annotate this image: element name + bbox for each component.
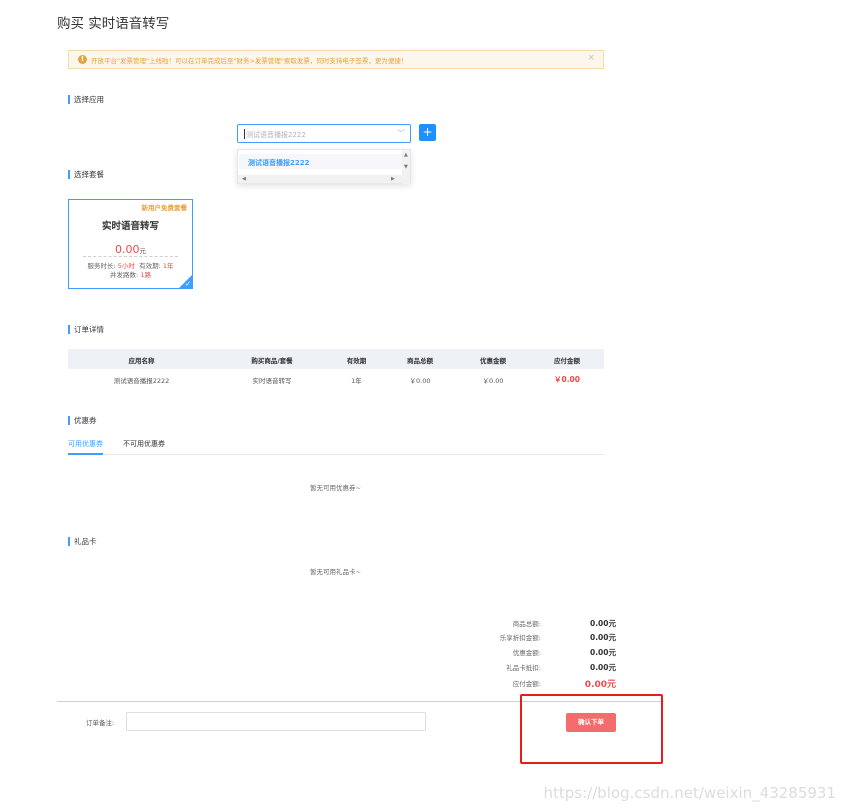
text-cursor — [244, 129, 245, 139]
column-header: 应付金额 — [554, 357, 580, 365]
summary-value: 0.00元 — [589, 648, 616, 657]
summary-row-total: 应付金额: 0.00元 — [470, 678, 616, 690]
tab-available-coupons[interactable]: 可用优惠券 — [68, 439, 103, 449]
close-icon[interactable]: × — [587, 53, 595, 63]
summary-label: 乐享折扣金额: — [499, 634, 541, 642]
summary-row: 优惠金额: 0.00元 — [470, 647, 616, 659]
summary-row: 乐享折扣金额: 0.00元 — [470, 632, 616, 644]
tab-unavailable-coupons[interactable]: 不可用优惠券 — [123, 439, 165, 449]
notice-text: 开放平台"发票管理"上线啦！可以在订单完成后至"财务>发票管理"索取发票，同时支… — [91, 57, 408, 65]
vertical-scrollbar[interactable]: ▲ ▼ — [402, 150, 410, 184]
concurrency-label: 并发路数: — [110, 271, 139, 279]
active-tab-indicator — [68, 453, 103, 455]
notice-banner: ! 开放平台"发票管理"上线啦！可以在订单完成后至"财务>发票管理"索取发票，同… — [68, 50, 604, 69]
summary-label: 应付金额: — [512, 680, 541, 688]
table-cell-payable: ￥0.00 — [553, 375, 580, 384]
page-title: 购买 实时语音转写 — [57, 16, 170, 32]
coupon-tabs: 可用优惠券 不可用优惠券 — [68, 437, 604, 455]
price-unit: 元 — [139, 247, 147, 255]
app-dropdown: 测试语音播报2222 ▲ ▼ ◀ ▶ — [237, 149, 411, 184]
summary-value: 0.00元 — [589, 619, 616, 628]
scroll-left-icon[interactable]: ◀ — [242, 176, 246, 182]
package-card[interactable]: 新用户免费套餐 实时语音转写 0.00元 服务时长: 5小时 有效期: 1年 并… — [68, 199, 193, 289]
package-name: 实时语音转写 — [101, 221, 159, 232]
table-row: 测试语音播报2222 实时语音转写 1年 ￥0.00 ￥0.00 ￥0.00 — [68, 369, 604, 389]
section-title-package: 选择套餐 — [68, 170, 104, 179]
highlight-box — [520, 694, 663, 764]
summary-row: 礼品卡抵扣: 0.00元 — [470, 662, 616, 674]
dropdown-option[interactable]: 测试语音播报2222 — [239, 154, 402, 169]
price-number: 0.00 — [115, 243, 140, 256]
giftcard-empty-text: 暂无可用礼品卡~ — [310, 568, 361, 576]
app-select-value: 测试语音播报2222 — [246, 131, 306, 139]
chevron-down-icon[interactable]: ﹀ — [397, 128, 405, 139]
section-title-order: 订单详情 — [68, 325, 104, 334]
section-title-coupon: 优惠券 — [68, 416, 97, 425]
watermark: https://blog.csdn.net/weixin_43285931 — [543, 784, 836, 802]
remark-label: 订单备注: — [86, 719, 115, 727]
dropdown-option-label: 测试语音播报2222 — [248, 159, 310, 167]
horizontal-scrollbar[interactable]: ◀ ▶ — [238, 175, 402, 183]
section-title-app: 选择应用 — [68, 95, 104, 104]
summary-label: 优惠金额: — [512, 649, 541, 657]
scroll-up-icon[interactable]: ▲ — [404, 152, 408, 158]
check-icon: ✓ — [185, 280, 191, 288]
section-title-giftcard: 礼品卡 — [68, 537, 97, 546]
coupon-empty-text: 暂无可用优惠券~ — [310, 484, 361, 492]
table-cell: 1年 — [351, 377, 362, 385]
summary-label: 商品总额: — [512, 620, 541, 628]
table-cell: ￥0.00 — [409, 377, 431, 385]
table-cell: ￥0.00 — [482, 377, 504, 385]
column-header: 优惠金额 — [480, 357, 506, 365]
scroll-right-icon[interactable]: ▶ — [391, 176, 395, 182]
column-header: 购买商品/套餐 — [251, 357, 293, 365]
table-cell: 实时语音转写 — [252, 377, 292, 385]
summary-value: 0.00元 — [589, 633, 616, 642]
remark-input[interactable] — [126, 712, 426, 731]
column-header: 应用名称 — [128, 357, 155, 365]
summary-value: 0.00元 — [589, 663, 616, 672]
column-header: 有效期 — [346, 357, 367, 365]
concurrency-value: 1路 — [140, 271, 151, 279]
package-detail-line: 并发路数: 1路 — [69, 269, 192, 279]
add-app-button[interactable]: + — [419, 124, 436, 141]
table-header: 应用名称 购买商品/套餐 有效期 商品总额 优惠金额 应付金额 — [68, 349, 604, 369]
package-price: 0.00元 — [69, 238, 192, 257]
warning-icon: ! — [78, 55, 87, 64]
column-header: 商品总额 — [407, 357, 433, 365]
app-select[interactable]: 测试语音播报2222 ﹀ — [237, 124, 411, 143]
order-table: 应用名称 购买商品/套餐 有效期 商品总额 优惠金额 应付金额 测试语音播报22… — [68, 349, 604, 389]
promo-label: 新用户免费套餐 — [141, 204, 188, 212]
table-cell: 测试语音播报2222 — [113, 377, 170, 385]
summary-row: 商品总额: 0.00元 — [470, 618, 616, 630]
summary-label: 礼品卡抵扣: — [506, 664, 541, 672]
divider — [83, 256, 178, 257]
summary-total-value: 0.00元 — [584, 680, 616, 690]
scroll-down-icon[interactable]: ▼ — [404, 164, 408, 170]
